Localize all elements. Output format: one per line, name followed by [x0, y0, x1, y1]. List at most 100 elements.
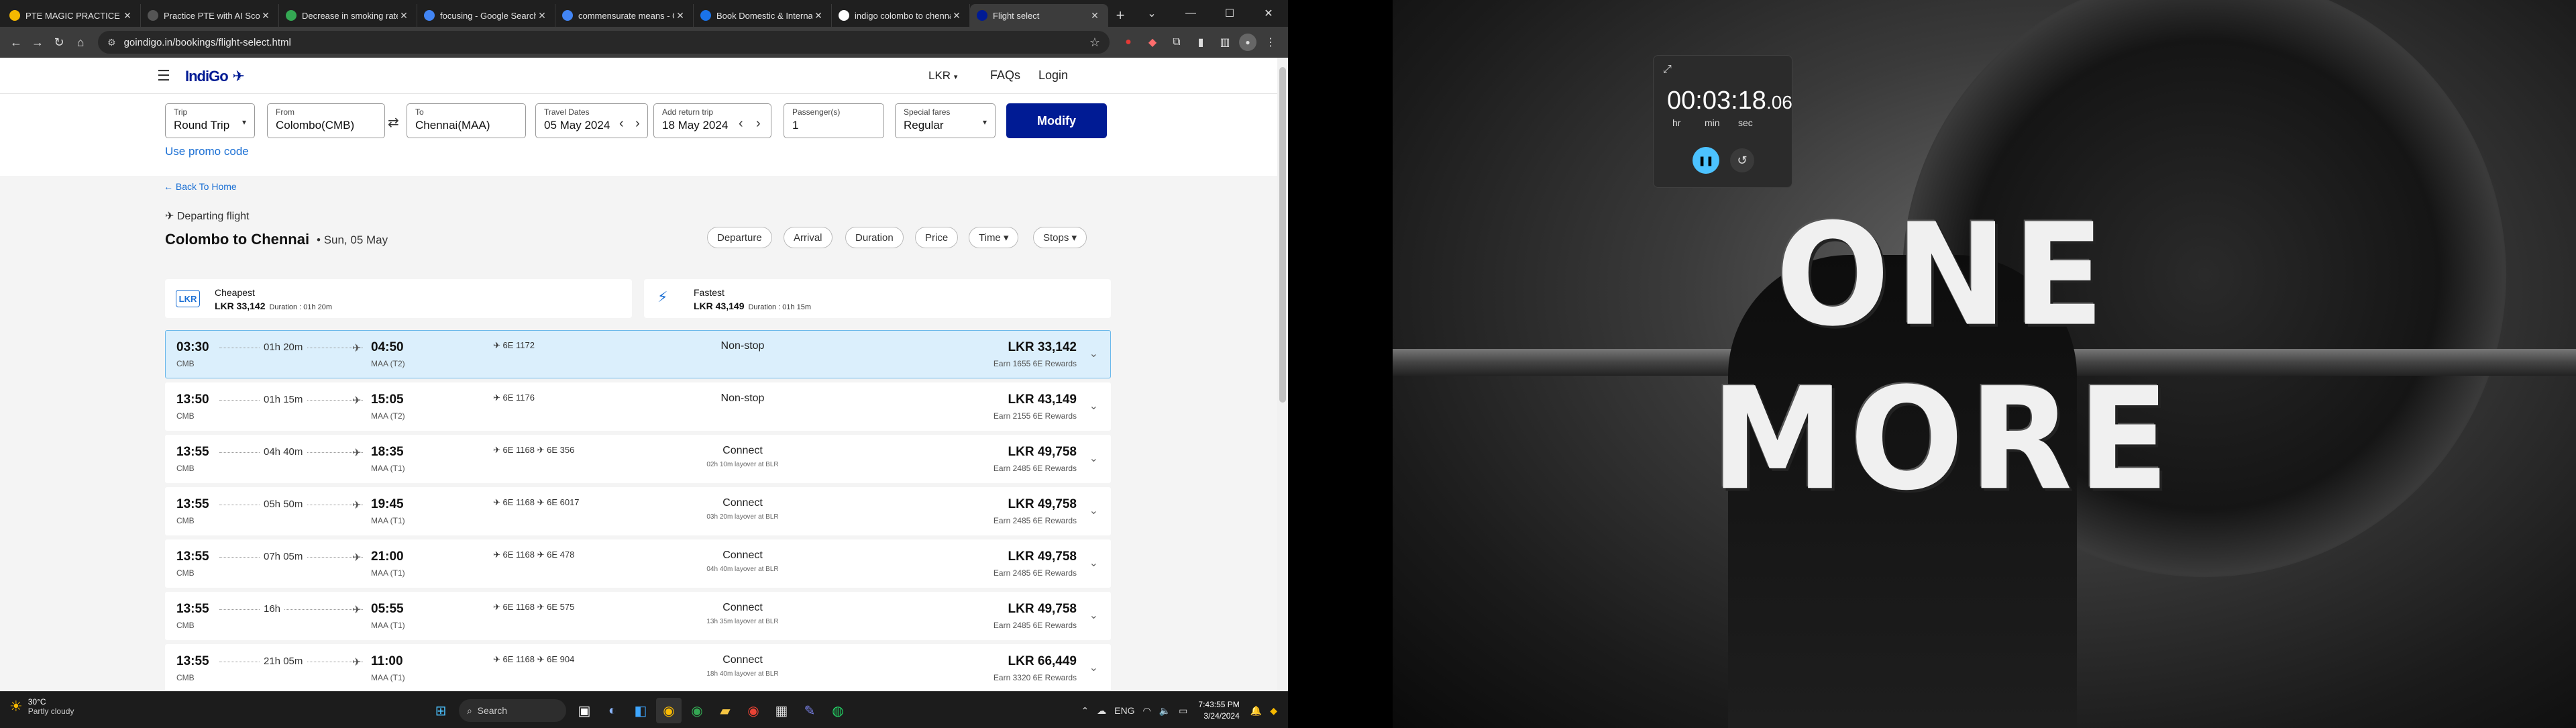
- sort-arrival[interactable]: Arrival: [784, 227, 833, 248]
- whatsapp-icon[interactable]: ◍: [825, 698, 851, 723]
- flight-row[interactable]: 13:50 CMB 01h 15m ✈ 15:05 MAA (T2) ✈ 6E 1176 No…: [165, 382, 1111, 431]
- chevron-down-icon[interactable]: ⌄: [1089, 347, 1098, 360]
- minimize-button[interactable]: —: [1171, 0, 1210, 27]
- sidebar-icon[interactable]: ▮: [1191, 32, 1211, 52]
- flight-row[interactable]: 03:30 CMB 01h 20m ✈ 04:50 MAA (T2) ✈ 6E 1172 No…: [165, 330, 1111, 378]
- chevron-down-icon[interactable]: ⌄: [1089, 399, 1098, 413]
- browser-tab[interactable]: indigo colombo to chenna ✕: [832, 4, 970, 27]
- close-tab-icon[interactable]: ✕: [121, 10, 133, 21]
- back-to-home-link[interactable]: ← Back To Home: [164, 181, 237, 192]
- chrome-icon[interactable]: ◉: [656, 698, 682, 723]
- chrome-app-icon[interactable]: ◉: [741, 698, 766, 723]
- menu-kebab-icon[interactable]: ⋮: [1260, 32, 1281, 52]
- battery-icon[interactable]: ▭: [1179, 705, 1187, 717]
- travel-date-field[interactable]: Travel Dates 05 May 2024 ‹ ›: [535, 103, 648, 138]
- flight-number[interactable]: ✈ 6E 1168 ✈ 6E 575: [493, 602, 574, 613]
- next-return-icon[interactable]: ›: [756, 116, 761, 132]
- back-arrow-icon[interactable]: ←: [5, 32, 27, 53]
- trip-type-select[interactable]: Trip Round Trip ▾: [165, 103, 255, 138]
- indigo-logo[interactable]: IndiGo ✈: [185, 64, 245, 86]
- extension-icon[interactable]: ◆: [1142, 32, 1163, 52]
- browser-tab[interactable]: PTE MAGIC PRACTICE ✕: [3, 4, 141, 27]
- hamburger-menu-icon[interactable]: ☰: [157, 67, 170, 85]
- chevron-up-icon[interactable]: ⌃: [1081, 705, 1089, 717]
- new-tab-button[interactable]: +: [1108, 4, 1132, 27]
- extension-red-icon[interactable]: ●: [1118, 32, 1138, 52]
- browser-tab[interactable]: Practice PTE with AI Scori ✕: [141, 4, 279, 27]
- prev-date-icon[interactable]: ‹: [619, 116, 624, 132]
- login-link[interactable]: Login: [1038, 68, 1068, 83]
- fastest-card[interactable]: ⚡ Fastest LKR 43,149 Duration : 01h 15m: [644, 279, 1111, 318]
- address-bar[interactable]: ⚙ goindigo.in/bookings/flight-select.htm…: [98, 31, 1110, 54]
- copilot-icon[interactable]: ◐: [600, 698, 625, 723]
- flight-row[interactable]: 13:55 CMB 04h 40m ✈ 18:35 MAA (T1) ✈ 6E 1168 ✈…: [165, 435, 1111, 483]
- tab-search-icon[interactable]: ⌄: [1132, 0, 1171, 27]
- file-explorer-icon[interactable]: ▰: [712, 698, 738, 723]
- browser-tab[interactable]: commensurate means - G ✕: [555, 4, 694, 27]
- browser-tab[interactable]: Book Domestic & Internati ✕: [694, 4, 832, 27]
- close-tab-icon[interactable]: ✕: [1089, 10, 1101, 21]
- start-windows-icon[interactable]: ⊞: [428, 698, 453, 723]
- promo-code-link[interactable]: Use promo code: [165, 145, 249, 158]
- stopwatch-widget[interactable]: ⤢ 00:03:18.06 hr min sec ❚❚ ↺: [1653, 55, 1792, 188]
- reset-button[interactable]: ↺: [1730, 148, 1754, 172]
- modify-button[interactable]: Modify: [1006, 103, 1107, 138]
- store-icon[interactable]: ▦: [769, 698, 794, 723]
- home-icon[interactable]: ⌂: [70, 32, 91, 53]
- taskbar-search[interactable]: ⌕ Search: [459, 699, 566, 722]
- next-date-icon[interactable]: ›: [635, 116, 640, 132]
- teams-icon[interactable]: ✎: [797, 698, 822, 723]
- flight-number[interactable]: ✈ 6E 1176: [493, 393, 535, 403]
- vscode-icon[interactable]: ◧: [628, 698, 653, 723]
- chevron-down-icon[interactable]: ⌄: [1089, 609, 1098, 622]
- from-field[interactable]: From Colombo(CMB): [267, 103, 385, 138]
- split-view-icon[interactable]: ▥: [1215, 32, 1235, 52]
- wifi-icon[interactable]: ◠: [1143, 705, 1151, 717]
- cheapest-card[interactable]: LKR Cheapest LKR 33,142 Duration : 01h 20…: [165, 279, 632, 318]
- flight-number[interactable]: ✈ 6E 1172: [493, 340, 535, 351]
- flight-row[interactable]: 13:55 CMB 07h 05m ✈ 21:00 MAA (T1) ✈ 6E 1168 ✈…: [165, 539, 1111, 588]
- browser-tab[interactable]: Decrease in smoking rate ✕: [279, 4, 417, 27]
- site-info-icon[interactable]: ⚙: [107, 37, 116, 48]
- onedrive-icon[interactable]: ☁: [1097, 705, 1106, 717]
- flight-number[interactable]: ✈ 6E 1168 ✈ 6E 356: [493, 445, 574, 456]
- close-tab-icon[interactable]: ✕: [812, 10, 824, 21]
- chevron-down-icon[interactable]: ⌄: [1089, 452, 1098, 465]
- browser-tab[interactable]: focusing - Google Search ✕: [417, 4, 555, 27]
- faqs-link[interactable]: FAQs: [990, 68, 1020, 83]
- flight-number[interactable]: ✈ 6E 1168 ✈ 6E 6017: [493, 497, 580, 508]
- forward-arrow-icon[interactable]: →: [27, 32, 48, 53]
- volume-icon[interactable]: 🔈: [1159, 705, 1171, 717]
- close-tab-icon[interactable]: ✕: [536, 10, 548, 21]
- close-tab-icon[interactable]: ✕: [260, 10, 272, 21]
- close-tab-icon[interactable]: ✕: [674, 10, 686, 21]
- flight-row[interactable]: 13:55 CMB 05h 50m ✈ 19:45 MAA (T1) ✈ 6E 1168 ✈…: [165, 487, 1111, 535]
- pause-button[interactable]: ❚❚: [1693, 147, 1719, 174]
- profile-avatar[interactable]: ●: [1239, 34, 1256, 51]
- chevron-down-icon[interactable]: ⌄: [1089, 556, 1098, 570]
- page-scrollbar[interactable]: [1277, 58, 1288, 691]
- maximize-button[interactable]: ☐: [1210, 0, 1249, 27]
- weather-widget[interactable]: ☀ 30°C Partly cloudy: [9, 697, 74, 716]
- extensions-puzzle-icon[interactable]: ⧉: [1167, 32, 1187, 52]
- flight-number[interactable]: ✈ 6E 1168 ✈ 6E 904: [493, 654, 574, 665]
- clock[interactable]: 7:43:55 PM 3/24/2024: [1198, 699, 1239, 722]
- close-tab-icon[interactable]: ✕: [398, 10, 410, 21]
- sort-departure[interactable]: Departure: [707, 227, 772, 248]
- chevron-down-icon[interactable]: ⌄: [1089, 661, 1098, 674]
- flight-number[interactable]: ✈ 6E 1168 ✈ 6E 478: [493, 550, 574, 560]
- task-view-icon[interactable]: ▣: [572, 698, 597, 723]
- to-field[interactable]: To Chennai(MAA): [407, 103, 526, 138]
- chrome-profile-icon[interactable]: ◉: [684, 698, 710, 723]
- currency-selector[interactable]: LKR ▾: [928, 69, 957, 83]
- passenger-field[interactable]: Passenger(s) 1: [784, 103, 884, 138]
- sort-price[interactable]: Price: [915, 227, 959, 248]
- return-date-field[interactable]: Add return trip 18 May 2024 ‹ ›: [653, 103, 771, 138]
- swap-icon[interactable]: ⇄: [388, 114, 399, 131]
- notification-bell-icon[interactable]: 🔔: [1250, 705, 1262, 717]
- filter-time[interactable]: Time ▾: [969, 227, 1019, 248]
- close-window-button[interactable]: ✕: [1249, 0, 1288, 27]
- language-indicator[interactable]: ENG: [1114, 705, 1134, 716]
- browser-tab[interactable]: Flight select ✕: [970, 4, 1108, 27]
- prev-return-icon[interactable]: ‹: [739, 116, 743, 132]
